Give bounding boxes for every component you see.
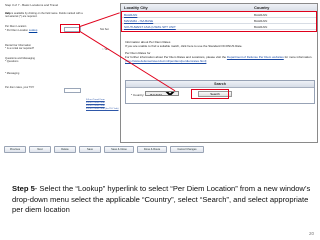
col-country: Country: [254, 5, 270, 10]
per-diem-section-label: Per Diem Location: [5, 25, 27, 28]
next-button[interactable]: Next: [29, 146, 51, 153]
action-button-bar: Previous Next Delete Save Save & Close D…: [4, 146, 204, 153]
messaging-label: * Messaging: [5, 72, 20, 75]
step-title: Step 3 of 7 - Basic Locations and Travel: [5, 3, 59, 7]
step-caption: Step 5- Select the “Lookup” hyperlink to…: [12, 184, 312, 216]
info-standard-rate: If you are unable to find a suitable mat…: [125, 44, 313, 48]
per-diem-field-label: * Per Diem Location Lookup: [5, 29, 37, 32]
caption-text: - Select the “Lookup” hyperlink to selec…: [12, 184, 311, 215]
rental-car-question: * Is a rental car required?: [5, 47, 35, 50]
done-route-button[interactable]: Done & Route: [137, 146, 167, 153]
country-field: * Country: BAHRAIN: [131, 91, 180, 97]
info-standard-rate-text: If you are unable to find a suitable mat…: [125, 44, 243, 49]
previous-button[interactable]: Previous: [4, 146, 26, 153]
country-label: * Country:: [131, 93, 145, 97]
delete-button[interactable]: Delete: [54, 146, 76, 153]
dod-url-link[interactable]: [http://www.defensetravel.dod.mil/perdie…: [125, 59, 313, 63]
dod-per-diem-link[interactable]: Department of Defense Per Diem websites: [227, 55, 284, 59]
per-diem-section: Per Diem Location * Per Diem Location Lo…: [5, 25, 37, 32]
info-further-tail: for more information.: [284, 54, 313, 59]
col-locality-city: Locality City: [124, 5, 148, 10]
messaging-row: * Messaging: [5, 72, 19, 75]
lookup-link[interactable]: Lookup: [29, 29, 38, 32]
per-diem-field-text: * Per Diem Location: [5, 29, 29, 32]
save-button[interactable]: Save: [79, 146, 101, 153]
rental-car-section: Rental Car Information * Is a rental car…: [5, 44, 34, 50]
page-number: 20: [308, 231, 314, 236]
caption-step-label: Step 5: [12, 184, 35, 193]
location-table-highlight-box: [121, 11, 317, 32]
help-body: is available by clicking on the field na…: [5, 12, 83, 19]
per-diem-rates-input[interactable]: [64, 88, 81, 93]
save-close-button[interactable]: Save & Close: [104, 146, 134, 153]
not-set-text: Not Set: [100, 28, 109, 31]
cancel-changes-button[interactable]: Cancel Changes: [170, 146, 204, 153]
questions-section: Questions and Messaging * Questions: [5, 57, 35, 63]
questions-sub: * Questions: [5, 60, 19, 63]
per-diem-info-text: Information about Per Diem Rates If you …: [125, 40, 313, 63]
lookup-highlight-box: [60, 24, 80, 33]
search-highlight-box: [191, 89, 229, 99]
search-panel-title: Search: [126, 81, 314, 88]
per-diem-rates-row: Per diem rates, your TDY: [5, 86, 34, 89]
help-text: Help is available by clicking on the fie…: [5, 12, 85, 18]
per-diem-rates-label: Per diem rates, your TDY: [5, 86, 35, 89]
